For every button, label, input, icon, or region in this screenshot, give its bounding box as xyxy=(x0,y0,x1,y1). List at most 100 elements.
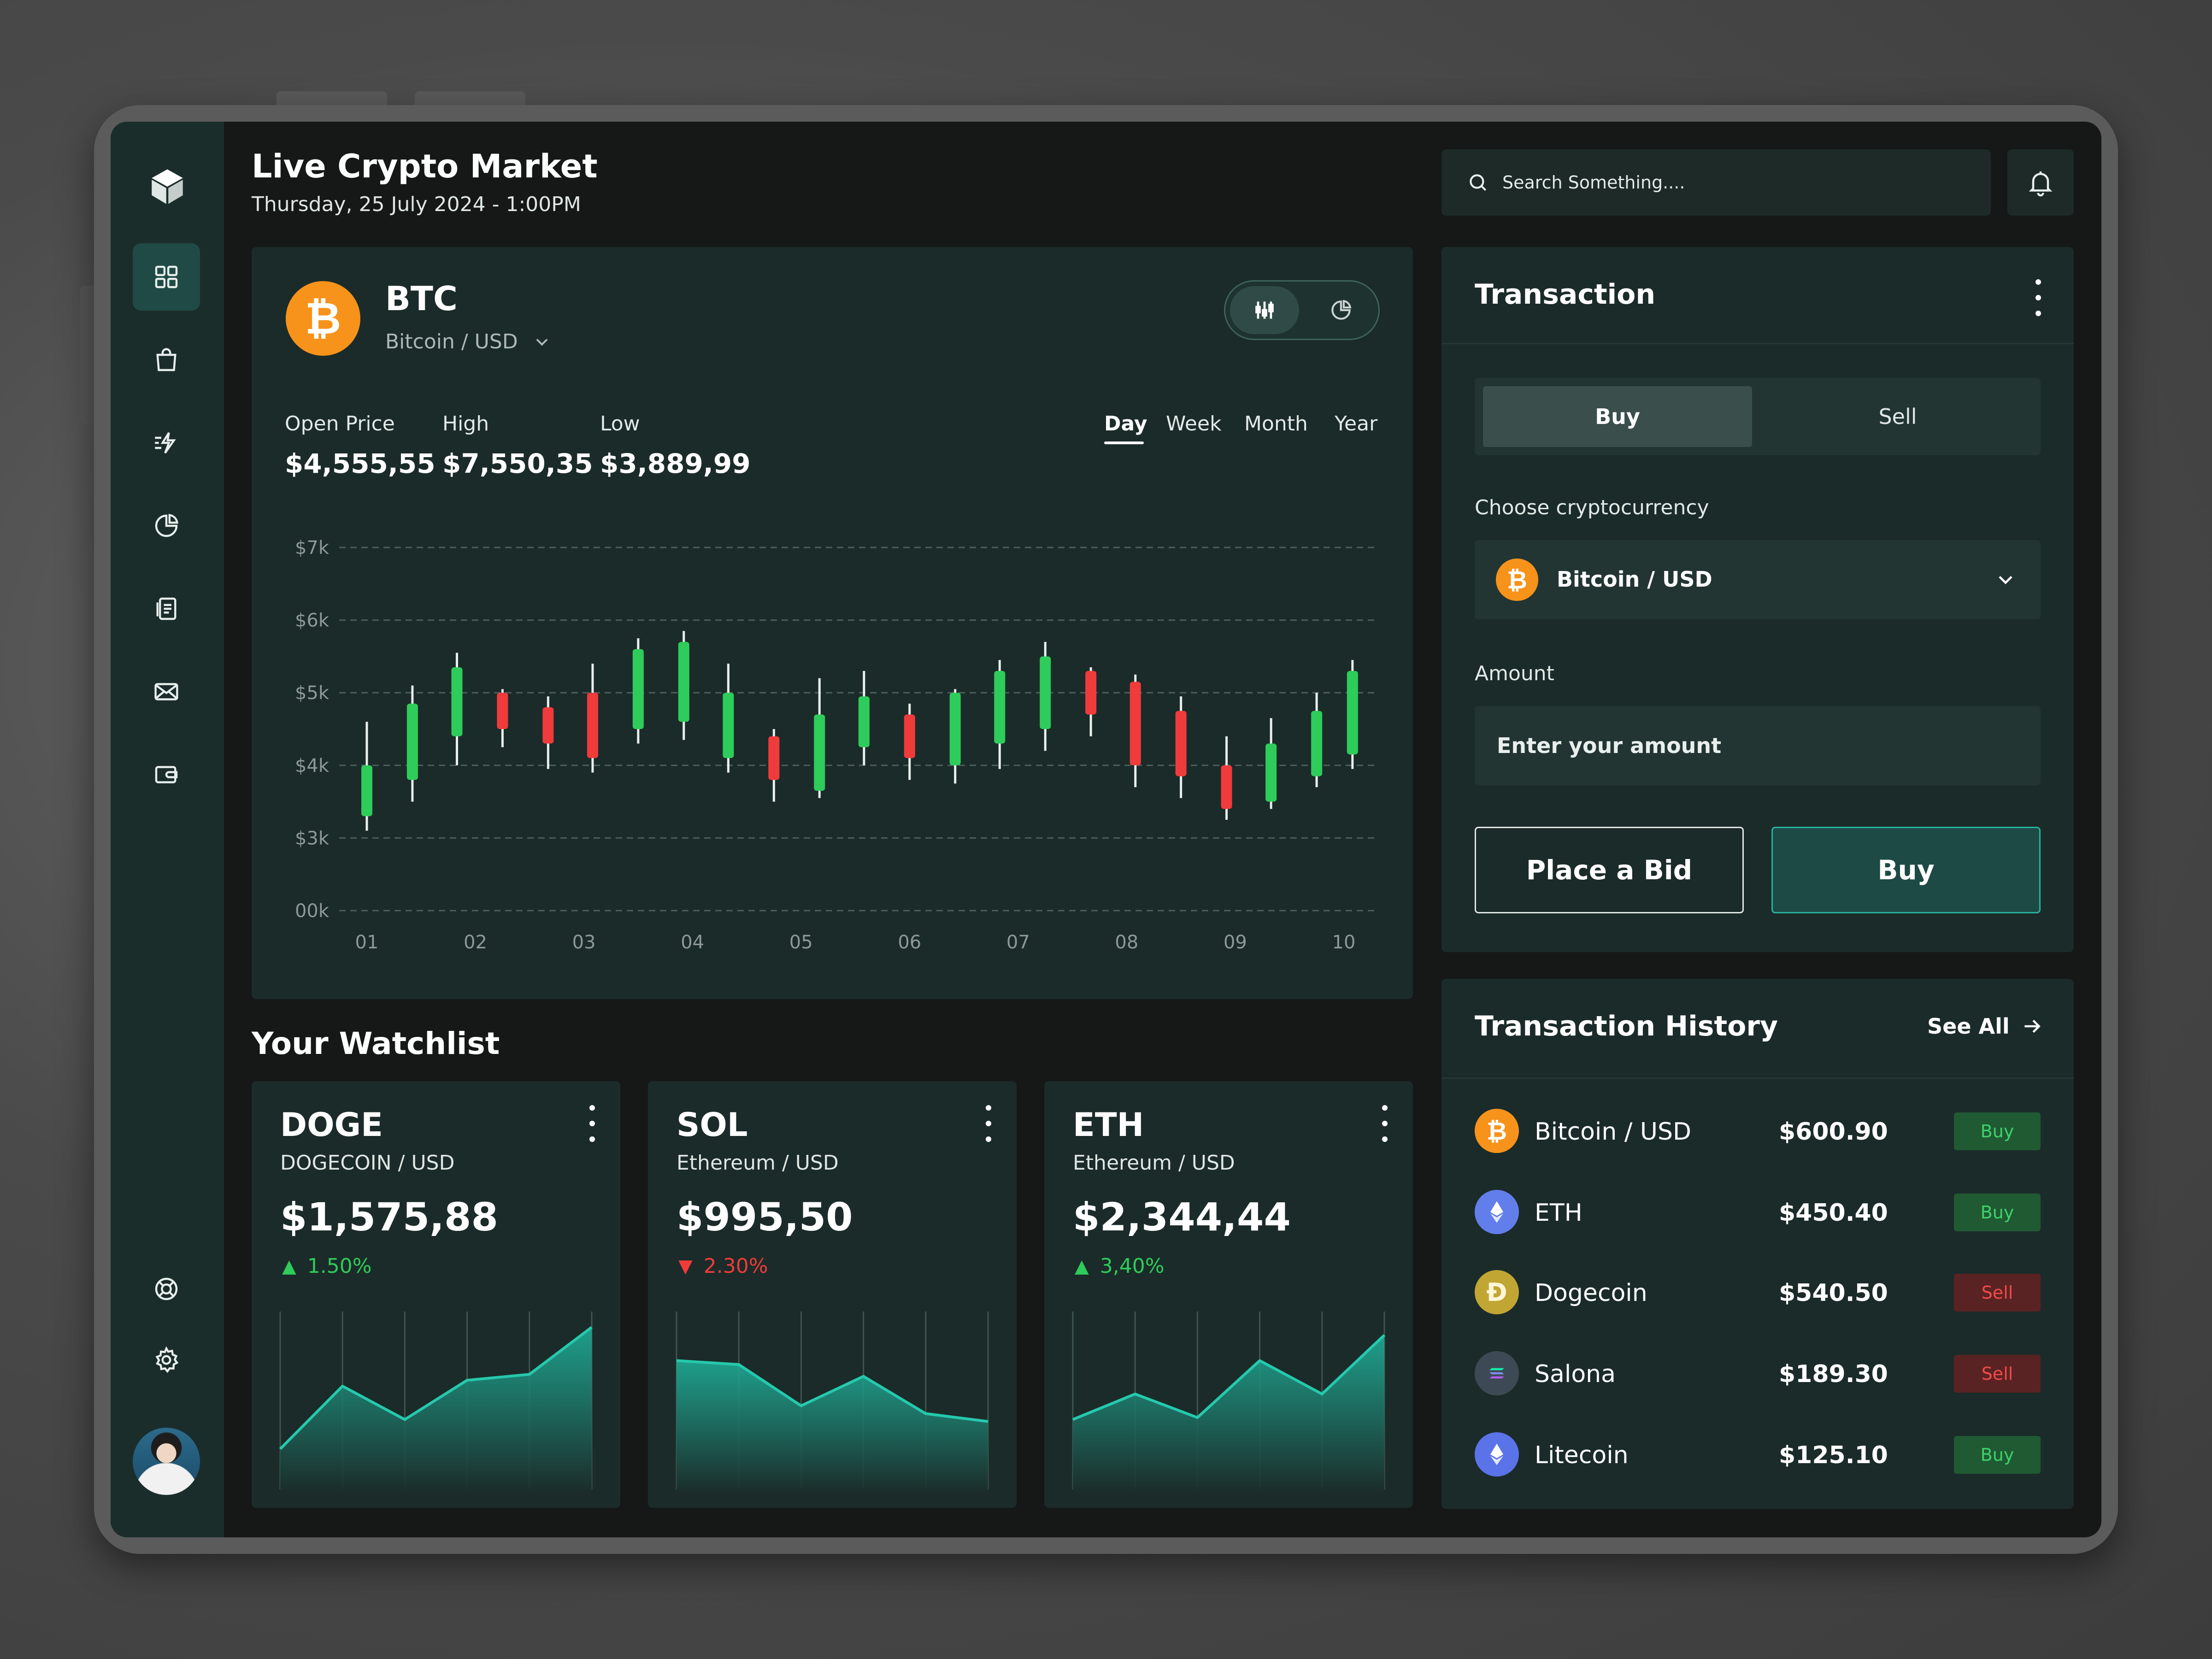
sidebar-item-wallet[interactable] xyxy=(133,741,200,808)
candle-body xyxy=(1130,682,1141,765)
sidebar-item-analytics[interactable] xyxy=(133,492,200,559)
transaction-title: Transaction xyxy=(1475,278,1656,311)
sidebar-item-settings[interactable] xyxy=(133,1326,200,1394)
amount-label: Amount xyxy=(1475,662,1554,685)
sidebar-item-trade[interactable] xyxy=(133,409,200,477)
watchlist-card-eth[interactable]: ETH Ethereum / USD $2,344,44 ▲ 3,40% xyxy=(1044,1081,1413,1508)
history-coin-name: ETH xyxy=(1535,1199,1583,1227)
spark-area xyxy=(677,1360,988,1494)
history-amount: $125.10 xyxy=(1779,1441,1888,1469)
sidebar-item-support[interactable] xyxy=(133,1255,200,1323)
y-tick-label: $5k xyxy=(295,682,329,704)
transaction-history-panel: Transaction History See All ₿ Bitcoin / … xyxy=(1441,979,2074,1509)
see-all-link[interactable]: See All xyxy=(1927,1014,2044,1039)
search-icon xyxy=(1470,174,1487,191)
wallet-icon xyxy=(155,766,178,783)
x-tick-label: 09 xyxy=(1224,932,1247,953)
candle-body xyxy=(406,703,418,780)
app-screen: Live Crypto Market Thursday, 25 July 202… xyxy=(111,122,2101,1537)
sidebar-item-market[interactable] xyxy=(133,326,200,394)
avatar[interactable] xyxy=(133,1428,200,1495)
history-coin-name: Bitcoin / USD xyxy=(1535,1118,1692,1146)
transaction-panel: Transaction Buy Sell Choose cryptocurren… xyxy=(1441,247,2074,952)
dogecoin-icon: Ð xyxy=(1475,1270,1519,1314)
chevron-down-icon xyxy=(1999,576,2012,584)
x-tick-label: 03 xyxy=(572,932,596,953)
candle-body xyxy=(1347,671,1358,755)
y-tick-label: $6k xyxy=(295,610,329,631)
document-icon xyxy=(156,597,176,620)
divider xyxy=(1441,343,2074,344)
candlestick-chart: $7k $6k $5k $4k $3k 00k 01 02 03 04 05 06 07 08 09 10 xyxy=(295,537,1376,953)
mail-icon xyxy=(154,683,178,700)
lifebuoy-icon xyxy=(155,1277,178,1300)
x-tick-label: 07 xyxy=(1006,932,1030,953)
tab-sell[interactable]: Sell xyxy=(1763,386,2032,447)
watch-change-value: 1.50% xyxy=(307,1254,372,1278)
place-bid-button[interactable]: Place a Bid xyxy=(1475,827,1744,913)
history-type-badge: Buy xyxy=(1954,1436,2041,1474)
candle-body xyxy=(949,693,961,765)
candle-body xyxy=(994,671,1006,744)
more-options-icon[interactable] xyxy=(982,1105,995,1142)
history-row[interactable]: ETH $450.40 Buy xyxy=(1475,1184,2041,1240)
grid-icon xyxy=(155,265,178,288)
sparkline-chart xyxy=(676,1312,989,1494)
candle-body xyxy=(1040,656,1051,729)
sidebar-item-dashboard[interactable] xyxy=(133,243,200,311)
candle-body xyxy=(1265,743,1277,802)
ethereum-icon xyxy=(1475,1190,1519,1234)
candle-body xyxy=(1175,711,1187,777)
history-type-badge: Sell xyxy=(1954,1355,2041,1393)
crypto-select-value: Bitcoin / USD xyxy=(1557,567,1712,592)
x-tick-label: 01 xyxy=(355,932,379,953)
x-tick-label: 02 xyxy=(464,932,487,953)
up-arrow-icon: ▲ xyxy=(1075,1255,1089,1277)
crypto-select[interactable]: ₿ Bitcoin / USD xyxy=(1475,540,2041,619)
history-title: Transaction History xyxy=(1475,1010,1778,1042)
history-row[interactable]: Ð Dogecoin $540.50 Sell xyxy=(1475,1265,2041,1320)
more-options-icon[interactable] xyxy=(585,1105,599,1142)
notification-button[interactable] xyxy=(2007,149,2074,216)
watch-pair: Ethereum / USD xyxy=(677,1151,839,1175)
more-options-icon[interactable] xyxy=(1378,1105,1392,1142)
history-amount: $600.90 xyxy=(1779,1118,1888,1146)
history-row[interactable]: Litecoin $125.10 Buy xyxy=(1475,1427,2041,1482)
btc-chart-panel: ₿ BTC Bitcoin / USD Open Price $4,555,55… xyxy=(252,247,1413,999)
more-options-icon[interactable] xyxy=(2031,279,2045,316)
history-row[interactable]: ₿ Bitcoin / USD $600.90 Buy xyxy=(1475,1103,2041,1159)
sidebar-item-reports[interactable] xyxy=(133,575,200,642)
watch-price: $1,575,88 xyxy=(280,1194,498,1240)
y-tick-label: $4k xyxy=(295,755,329,777)
tab-buy[interactable]: Buy xyxy=(1483,386,1752,447)
candle-body xyxy=(858,696,870,747)
history-type-badge: Buy xyxy=(1954,1112,2041,1150)
candle-body xyxy=(587,693,598,759)
watch-price: $2,344,44 xyxy=(1073,1194,1291,1240)
y-tick-label: $7k xyxy=(295,537,329,559)
watch-change: ▲ 3,40% xyxy=(1075,1254,1165,1278)
bitcoin-icon: ₿ xyxy=(1496,559,1538,601)
sidebar-item-messages[interactable] xyxy=(133,658,200,725)
search-bar[interactable] xyxy=(1441,149,1991,216)
candle-body xyxy=(1311,711,1323,777)
cube-logo-icon[interactable] xyxy=(147,166,188,207)
candle-body xyxy=(1085,671,1097,715)
watchlist-card-sol[interactable]: SOL Ethereum / USD $995,50 ▼ 2.30% xyxy=(648,1081,1017,1508)
x-tick-label: 08 xyxy=(1115,932,1138,953)
amount-input[interactable] xyxy=(1475,706,2041,785)
buy-button[interactable]: Buy xyxy=(1771,827,2041,913)
history-row[interactable]: Salona $189.30 Sell xyxy=(1475,1346,2041,1401)
history-amount: $189.30 xyxy=(1779,1360,1888,1388)
solana-icon xyxy=(1475,1351,1519,1395)
x-tick-label: 06 xyxy=(898,932,921,953)
y-tick-label: $3k xyxy=(295,828,329,849)
candle-body xyxy=(1221,765,1232,809)
page-title: Live Crypto Market xyxy=(252,147,598,185)
history-coin-name: Dogecoin xyxy=(1535,1279,1647,1307)
search-input[interactable] xyxy=(1502,172,1917,193)
spark-area xyxy=(1073,1335,1384,1494)
spark-area xyxy=(280,1327,592,1494)
watch-symbol: SOL xyxy=(677,1106,748,1144)
watchlist-card-doge[interactable]: DOGE DOGECOIN / USD $1,575,88 ▲ 1.50% xyxy=(252,1081,620,1508)
